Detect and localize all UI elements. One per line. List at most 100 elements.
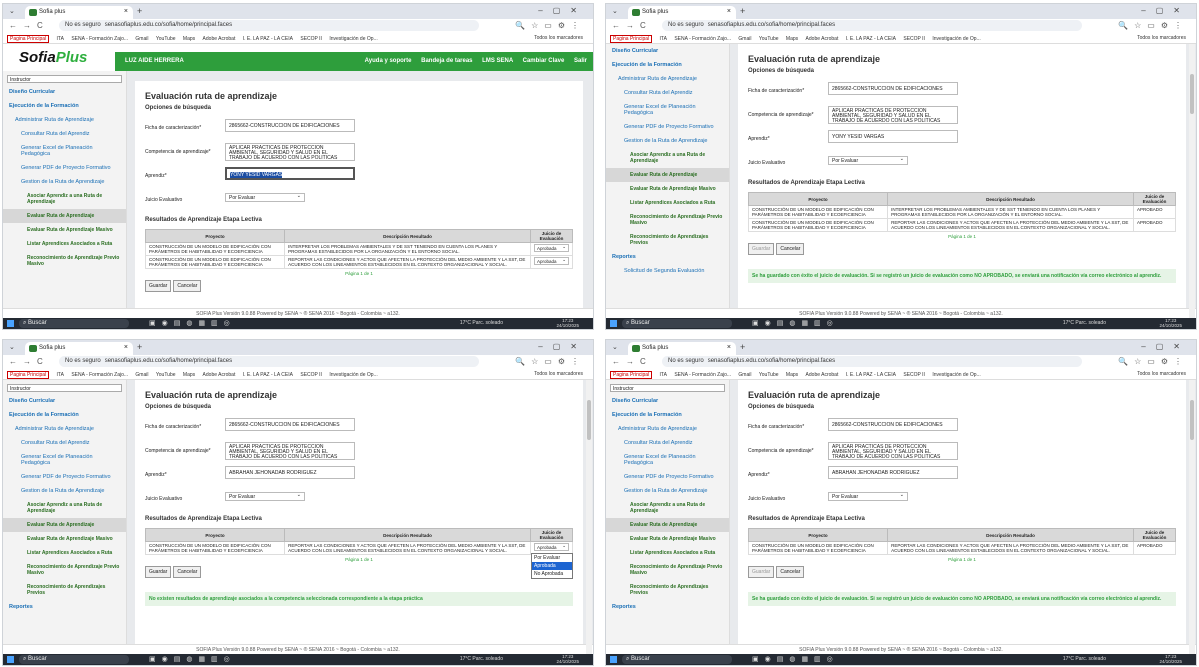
bookmark[interactable]: SECOP II — [903, 372, 925, 378]
bookmark[interactable]: Gmail — [135, 372, 148, 378]
bookmark[interactable]: Maps — [183, 36, 195, 42]
sidebar-item[interactable]: Diseño Curricular — [3, 394, 126, 408]
sidebar-item[interactable]: Ejecución de la Formación — [606, 58, 729, 72]
all-bookmarks[interactable]: Todos los marcadores — [1137, 371, 1186, 377]
close-tab-icon[interactable]: × — [727, 8, 731, 15]
sidebar-item[interactable]: Listar Aprendices Asociados a Ruta — [3, 546, 126, 560]
sidebar-item-active[interactable]: Evaluar Ruta de Aprendizaje — [606, 518, 729, 532]
new-tab-icon[interactable]: + — [137, 6, 142, 16]
nav-buttons[interactable]: ←→C — [612, 357, 652, 366]
aprendiz-input[interactable]: ABRAHAN JEHONADAB RODRIGUEZ — [225, 466, 355, 479]
windows-start-icon[interactable] — [7, 656, 14, 663]
sidebar-item-active[interactable]: Evaluar Ruta de Aprendizaje — [3, 518, 126, 532]
tab-list-icon[interactable]: ⌄ — [612, 343, 618, 351]
scrollbar-thumb[interactable] — [1190, 74, 1194, 114]
save-button[interactable]: Guardar — [145, 280, 172, 292]
bookmark[interactable]: Gmail — [738, 372, 751, 378]
juicio-select[interactable]: Por Evaluar — [225, 492, 305, 501]
bookmark[interactable]: Adobe Acrobat — [806, 36, 839, 42]
bookmark[interactable]: SENA - Formación Zajo... — [71, 372, 128, 378]
url-input[interactable]: No es seguro senasofiaplus.edu.co/sofia/h… — [662, 20, 1082, 31]
sidebar-item[interactable]: Diseño Curricular — [606, 394, 729, 408]
sidebar-item[interactable]: Administrar Ruta de Aprendizaje — [3, 422, 126, 436]
role-select[interactable]: Instructor — [610, 384, 725, 392]
pagination[interactable]: Página 1 de 1 — [145, 271, 573, 276]
clock[interactable]: 17:23 24/10/2025 — [556, 654, 579, 664]
sidebar-item[interactable]: Reconocimiento de Aprendizaje Previo Mas… — [606, 210, 729, 230]
sidebar-item[interactable]: Asociar Aprendiz a una Ruta de Aprendiza… — [3, 189, 126, 209]
toolbar-icons[interactable]: 🔍☆▭⚙⋮ — [1118, 357, 1188, 366]
cancel-button[interactable]: Cancelar — [173, 280, 202, 292]
role-select[interactable]: Instructor — [7, 75, 122, 83]
save-button[interactable]: Guardar — [145, 566, 172, 578]
bookmark[interactable]: Investigación de Op... — [329, 372, 377, 378]
save-button[interactable]: Guardar — [748, 243, 775, 255]
nav-buttons[interactable]: ←→C — [9, 21, 49, 30]
sidebar-item-active[interactable]: Evaluar Ruta de Aprendizaje — [606, 168, 729, 182]
sidebar-item[interactable]: Gestion de la Ruta de Aprendizaje — [606, 484, 729, 498]
bookmark[interactable]: I. E. LA PAZ - LA CEIA — [846, 372, 896, 378]
bookmark[interactable]: SENA - Formación Zajo... — [674, 36, 731, 42]
taskbar-apps[interactable]: ▣◉▤◍▦▥◎ — [149, 319, 236, 327]
sidebar-item[interactable]: Reconocimiento de Aprendizaje Previo Mas… — [3, 251, 126, 271]
sidebar-item[interactable]: Administrar Ruta de Aprendizaje — [3, 113, 126, 127]
tasks-link[interactable]: Bandeja de tareas — [421, 58, 472, 64]
sidebar-item[interactable]: Ejecución de la Formación — [606, 408, 729, 422]
competencia-input[interactable]: APLICAR PRACTICAS DE PROTECCION AMBIENTA… — [828, 106, 958, 124]
windows-start-icon[interactable] — [7, 320, 14, 327]
url-input[interactable]: No es seguro senasofiaplus.edu.co/sofia/h… — [59, 356, 479, 367]
bookmark[interactable]: YouTube — [156, 36, 176, 42]
sidebar-item[interactable]: Evaluar Ruta de Aprendizaje Masivo — [606, 182, 729, 196]
sidebar-item[interactable]: Gestion de la Ruta de Aprendizaje — [3, 484, 126, 498]
tab-list-icon[interactable]: ⌄ — [9, 7, 15, 15]
logout-link[interactable]: Salir — [574, 58, 587, 64]
scrollbar[interactable] — [1189, 44, 1195, 318]
sidebar-item[interactable]: Gestion de la Ruta de Aprendizaje — [606, 134, 729, 148]
taskbar-search[interactable]: ⌕ Buscar — [622, 319, 732, 328]
bookmark[interactable]: YouTube — [156, 372, 176, 378]
bookmark[interactable]: Adobe Acrobat — [203, 372, 236, 378]
competencia-input[interactable]: APLICAR PRACTICAS DE PROTECCION AMBIENTA… — [828, 442, 958, 460]
bookmark[interactable]: ITA — [660, 36, 667, 42]
aprendiz-input[interactable]: YONY YESID VARGAS — [828, 130, 958, 143]
bookmark[interactable]: Maps — [786, 372, 798, 378]
browser-tab[interactable]: Sofia plus × — [628, 342, 736, 355]
ficha-input[interactable]: 2865662-CONSTRUCCION DE EDIFICACIONES — [225, 119, 355, 132]
all-bookmarks[interactable]: Todos los marcadores — [534, 35, 583, 41]
bookmark[interactable]: Pagina Principal — [610, 35, 653, 43]
browser-tab[interactable]: Sofia plus × — [628, 6, 736, 19]
sidebar-item[interactable]: Generar Excel de Planeación Pedagógica — [606, 450, 729, 470]
sidebar-item[interactable]: Generar Excel de Planeación Pedagógica — [3, 450, 126, 470]
bookmark[interactable]: Pagina Principal — [7, 35, 50, 43]
taskbar-apps[interactable]: ▣◉▤◍▦▥◎ — [752, 655, 839, 663]
url-input[interactable]: No es seguro senasofiaplus.edu.co/sofia/h… — [662, 356, 1082, 367]
sidebar-item[interactable]: Reportes — [606, 600, 729, 614]
sidebar-item[interactable]: Consultar Ruta del Aprendiz — [3, 436, 126, 450]
competencia-input[interactable]: APLICAR PRACTICAS DE PROTECCION AMBIENTA… — [225, 442, 355, 460]
bookmark[interactable]: SECOP II — [300, 372, 322, 378]
cancel-button[interactable]: Cancelar — [776, 243, 805, 255]
window-controls[interactable]: –▢✕ — [1141, 342, 1190, 351]
bookmark[interactable]: Investigación de Op... — [932, 36, 980, 42]
sidebar-item[interactable]: Listar Aprendices Asociados a Ruta — [606, 546, 729, 560]
juicio-select[interactable]: Por Evaluar — [225, 193, 305, 202]
sidebar-item-active[interactable]: Evaluar Ruta de Aprendizaje — [3, 209, 126, 223]
taskbar-apps[interactable]: ▣◉▤◍▦▥◎ — [149, 655, 236, 663]
ficha-input[interactable]: 2865662-CONSTRUCCION DE EDIFICACIONES — [828, 82, 958, 95]
sidebar-item[interactable]: Reconocimiento de Aprendizaje Previo Mas… — [606, 560, 729, 580]
sidebar-item[interactable]: Administrar Ruta de Aprendizaje — [606, 422, 729, 436]
bookmark[interactable]: Investigación de Op... — [932, 372, 980, 378]
aprendiz-input[interactable]: ABRAHAN JEHONADAB RODRIGUEZ — [828, 466, 958, 479]
bookmark[interactable]: ITA — [57, 372, 64, 378]
aprendiz-input[interactable]: YONY YESID VARGAS — [225, 167, 355, 180]
pagination[interactable]: Página 1 de 1 — [145, 557, 573, 562]
nav-buttons[interactable]: ←→C — [9, 357, 49, 366]
weather-widget[interactable]: 17°C Parc. soleado — [460, 320, 503, 326]
juicio-row-select[interactable]: Aprobada — [534, 543, 569, 551]
all-bookmarks[interactable]: Todos los marcadores — [1137, 35, 1186, 41]
scrollbar-thumb[interactable] — [1190, 400, 1194, 440]
sidebar-item[interactable]: Generar PDF de Proyecto Formativo — [3, 161, 126, 175]
windows-start-icon[interactable] — [610, 320, 617, 327]
new-tab-icon[interactable]: + — [740, 6, 745, 16]
scrollbar[interactable] — [586, 380, 592, 654]
